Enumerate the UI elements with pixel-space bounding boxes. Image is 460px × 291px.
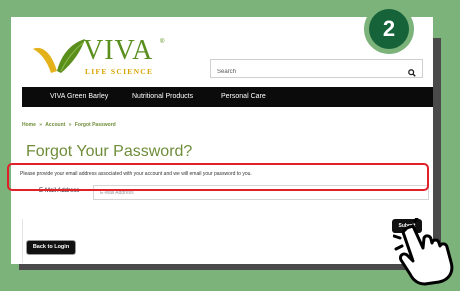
leaf-v-icon bbox=[33, 39, 85, 73]
nav-item-green-barley[interactable]: VIVA Green Barley bbox=[50, 93, 108, 100]
pointing-hand-icon bbox=[392, 216, 457, 291]
registered-mark: ® bbox=[160, 39, 165, 45]
back-to-login-button[interactable]: Back to Login bbox=[26, 240, 76, 255]
website-screenshot: VIVA ® LIFE SCIENCE VIVA Green Barley Nu… bbox=[11, 17, 433, 264]
email-highlight-box bbox=[7, 163, 429, 191]
step-number: 2 bbox=[369, 9, 409, 49]
main-nav: VIVA Green Barley Nutritional Products P… bbox=[22, 87, 433, 107]
search-box bbox=[210, 59, 423, 81]
nav-item-nutritional-products[interactable]: Nutritional Products bbox=[132, 93, 193, 100]
viva-logo[interactable]: VIVA ® LIFE SCIENCE bbox=[31, 35, 171, 81]
step-badge: 2 bbox=[364, 4, 414, 54]
breadcrumb-separator: » bbox=[39, 122, 43, 128]
breadcrumb: Home » Account » Forgot Password bbox=[22, 122, 116, 128]
search-icon[interactable] bbox=[408, 64, 416, 82]
search-input[interactable] bbox=[211, 63, 391, 81]
breadcrumb-account[interactable]: Account bbox=[45, 122, 65, 128]
logo-brand-text: VIVA bbox=[83, 35, 154, 66]
breadcrumb-separator: » bbox=[68, 122, 72, 128]
logo-tagline: LIFE SCIENCE bbox=[85, 67, 154, 76]
divider bbox=[22, 219, 23, 263]
page-title: Forgot Your Password? bbox=[26, 143, 193, 160]
breadcrumb-home[interactable]: Home bbox=[22, 122, 36, 128]
nav-item-personal-care[interactable]: Personal Care bbox=[221, 93, 266, 100]
breadcrumb-current[interactable]: Forgot Password bbox=[75, 122, 116, 128]
